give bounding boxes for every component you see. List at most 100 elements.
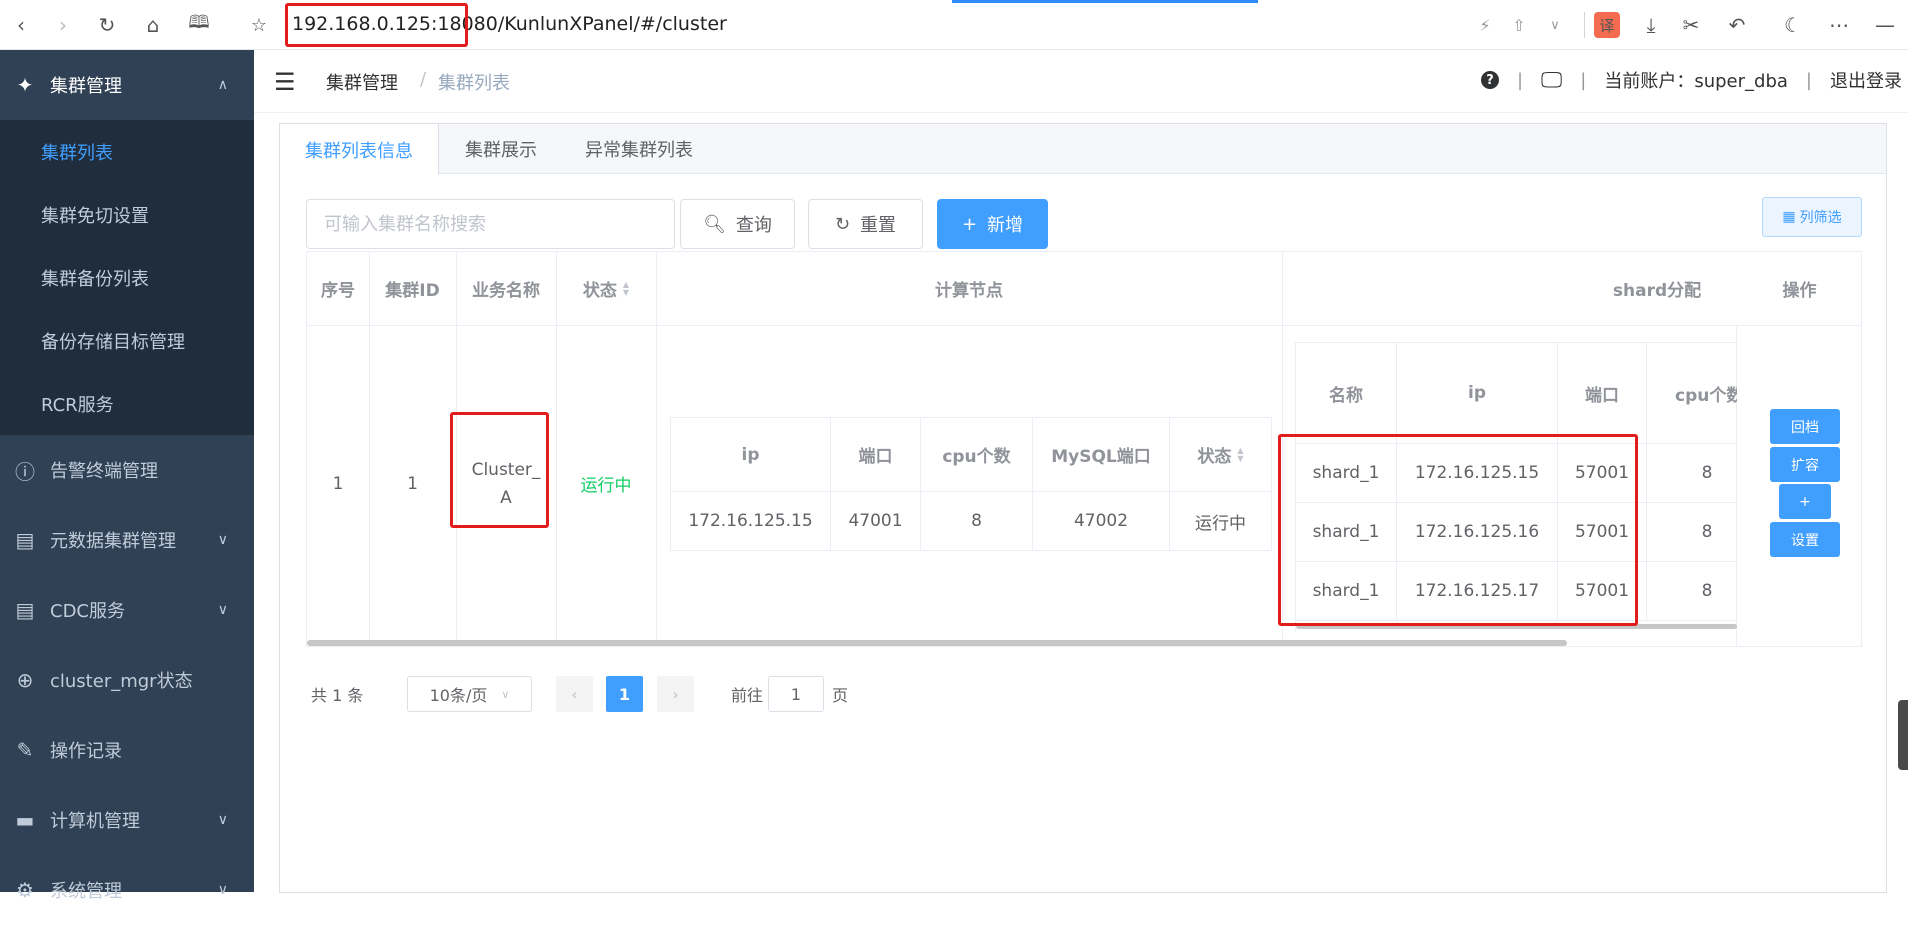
query-label: 查询 [735, 215, 772, 236]
sidebar-item-alarm[interactable]: ⓘ 告警终端管理 [0, 435, 254, 505]
share-icon[interactable]: ⇧ [1506, 12, 1532, 38]
sidebar-item-label: CDC服务 [50, 601, 125, 622]
sidebar-item-backup-storage[interactable]: 备份存储目标管理 [0, 309, 254, 372]
app-header: ☰ 集群管理 / 集群列表 ? | 🖵 | 当前账户：super_dba | 退… [254, 50, 1908, 113]
goto-page-input[interactable]: 1 [768, 676, 824, 712]
chevron-right-icon: › [672, 684, 679, 704]
tab-cluster-display[interactable]: 集群展示 [440, 124, 562, 174]
sidebar-item-system[interactable]: ⚙ 系统管理 ∨ [0, 855, 254, 925]
prev-page-button[interactable]: ‹ [556, 676, 593, 712]
pagination-total: 共 1 条 [311, 686, 364, 705]
compute-cell-port: 47001 [831, 492, 921, 551]
shard-th-port: 端口 [1558, 343, 1647, 444]
compute-cell-ip: 172.16.125.15 [671, 492, 831, 551]
sidebar-item-failover-settings[interactable]: 集群免切设置 [0, 183, 254, 246]
screen-icon[interactable]: 🖵 [1541, 68, 1562, 93]
compute-th-mysql-port: MySQL端口 [1033, 418, 1170, 492]
pagination: 共 1 条 10条/页 ∨ ‹ 1 › 前往 1 页 [306, 676, 1106, 712]
search-icon: 🔍︎ [703, 213, 726, 235]
add-button[interactable]: + 新增 [937, 199, 1048, 249]
database-icon: ▤ [15, 528, 35, 552]
sidebar: ✦ 集群管理 ∧ 集群列表 集群免切设置 集群备份列表 备份存储目标管理 RCR… [0, 50, 254, 902]
th-status[interactable]: 状态 ▲ ▼ [556, 252, 656, 325]
chevron-down-icon: ∨ [217, 602, 228, 618]
sidebar-item-op-log[interactable]: ✎ 操作记录 [0, 715, 254, 785]
undo-icon[interactable]: ↶ [1724, 12, 1750, 38]
side-widget[interactable] [1898, 700, 1908, 770]
header-divider: | [1580, 69, 1587, 91]
sidebar-item-label: 集群备份列表 [41, 268, 149, 290]
breadcrumb-root[interactable]: 集群管理 [326, 69, 398, 95]
sidebar-item-rcr[interactable]: RCR服务 [0, 372, 254, 435]
sort-icon[interactable]: ▲ ▼ [1237, 446, 1243, 463]
shard-th-ip: ip [1397, 343, 1558, 444]
rollback-button[interactable]: 回档 [1770, 409, 1840, 444]
tab-cluster-info[interactable]: 集群列表信息 [280, 124, 439, 175]
sidebar-item-label: 计算机管理 [50, 811, 140, 832]
sidebar-item-machines[interactable]: ▬ 计算机管理 ∨ [0, 785, 254, 855]
sidebar-item-cdc[interactable]: ▤ CDC服务 ∨ [0, 575, 254, 645]
browser-toolbar: ‹ › ↻ ⌂ 🕮 ☆ 192.168.0.125:18080/KunlunXP… [0, 0, 1908, 50]
refresh-icon[interactable]: ↻ [94, 12, 120, 38]
column-filter-button[interactable]: ▦ 列筛选 [1762, 197, 1862, 237]
sidebar-item-metadata[interactable]: ▤ 元数据集群管理 ∨ [0, 505, 254, 575]
cell-status: 运行中 [580, 476, 632, 496]
cluster-icon: ✦ [16, 73, 34, 97]
compute-cell-mysql-port: 47002 [1033, 492, 1170, 551]
download-icon[interactable]: ⤓ [1638, 12, 1664, 38]
forward-icon[interactable]: › [50, 12, 76, 38]
page-size-select[interactable]: 10条/页 ∨ [407, 676, 532, 712]
sidebar-item-label: cluster_mgr状态 [50, 671, 193, 692]
sidebar-group-cluster-mgmt[interactable]: ✦ 集群管理 ∧ [0, 50, 254, 120]
refresh-icon: ↻ [834, 213, 851, 235]
url-highlight-box [285, 3, 468, 47]
cdc-icon: ▤ [15, 598, 35, 622]
star-icon[interactable]: ☆ [246, 12, 272, 38]
query-button[interactable]: 🔍︎ 查询 [680, 199, 795, 249]
reset-button[interactable]: ↻ 重置 [808, 199, 923, 249]
reader-icon[interactable]: 🕮 [186, 12, 212, 38]
sort-icon[interactable]: ▲ ▼ [623, 280, 629, 297]
cell-cluster-id: 1 [407, 473, 418, 494]
minimize-icon[interactable]: — [1872, 12, 1898, 38]
compute-th-cpu: cpu个数 [921, 418, 1033, 492]
menu-toggle-icon[interactable]: ☰ [274, 68, 296, 96]
sidebar-item-cluster-mgr[interactable]: ⊕ cluster_mgr状态 [0, 645, 254, 715]
compute-cell-cpu: 8 [921, 492, 1033, 551]
shard-th-name: 名称 [1296, 343, 1397, 444]
home-icon[interactable]: ⌂ [140, 12, 166, 38]
sidebar-item-cluster-list[interactable]: 集群列表 [0, 120, 254, 183]
header-divider: | [1516, 69, 1524, 91]
chevron-down-icon: ∨ [217, 812, 228, 828]
compute-th-status[interactable]: 状态 ▲ ▼ [1170, 418, 1272, 492]
cluster-search-input[interactable] [306, 199, 675, 249]
moon-icon[interactable]: ☾ [1780, 12, 1806, 38]
sidebar-item-label: 元数据集群管理 [50, 531, 176, 552]
add-node-button[interactable]: + [1779, 484, 1831, 519]
crosshair-icon: ⊕ [16, 668, 34, 692]
goto-prefix: 前往 [731, 686, 764, 705]
sidebar-item-label: 告警终端管理 [50, 461, 158, 482]
tab-abnormal-clusters[interactable]: 异常集群列表 [560, 124, 718, 174]
table-horizontal-scrollbar[interactable] [307, 640, 1567, 646]
chevron-up-icon: ∧ [217, 77, 228, 93]
th-cluster-id: 集群ID [385, 281, 440, 301]
cell-index: 1 [332, 473, 344, 494]
help-icon[interactable]: ? [1480, 71, 1499, 89]
next-page-button[interactable]: › [657, 676, 694, 712]
expand-button[interactable]: 扩容 [1770, 447, 1840, 482]
back-icon[interactable]: ‹ [8, 12, 34, 38]
sidebar-item-backup-list[interactable]: 集群备份列表 [0, 246, 254, 309]
translate-icon[interactable]: 译 [1594, 12, 1620, 38]
page-number-1[interactable]: 1 [606, 676, 643, 712]
settings-button[interactable]: 设置 [1770, 522, 1840, 557]
more-icon[interactable]: ⋯ [1826, 12, 1852, 38]
reset-label: 重置 [860, 215, 897, 236]
chevron-down-icon[interactable]: ∨ [1542, 12, 1568, 38]
logout-link[interactable]: 退出登录 [1830, 67, 1902, 93]
breadcrumb-current: 集群列表 [438, 73, 510, 94]
log-icon: ✎ [16, 738, 34, 762]
scissors-icon[interactable]: ✂ [1678, 12, 1704, 38]
bolt-icon[interactable]: ⚡ [1472, 12, 1498, 38]
column-filter-label: 列筛选 [1799, 210, 1842, 226]
